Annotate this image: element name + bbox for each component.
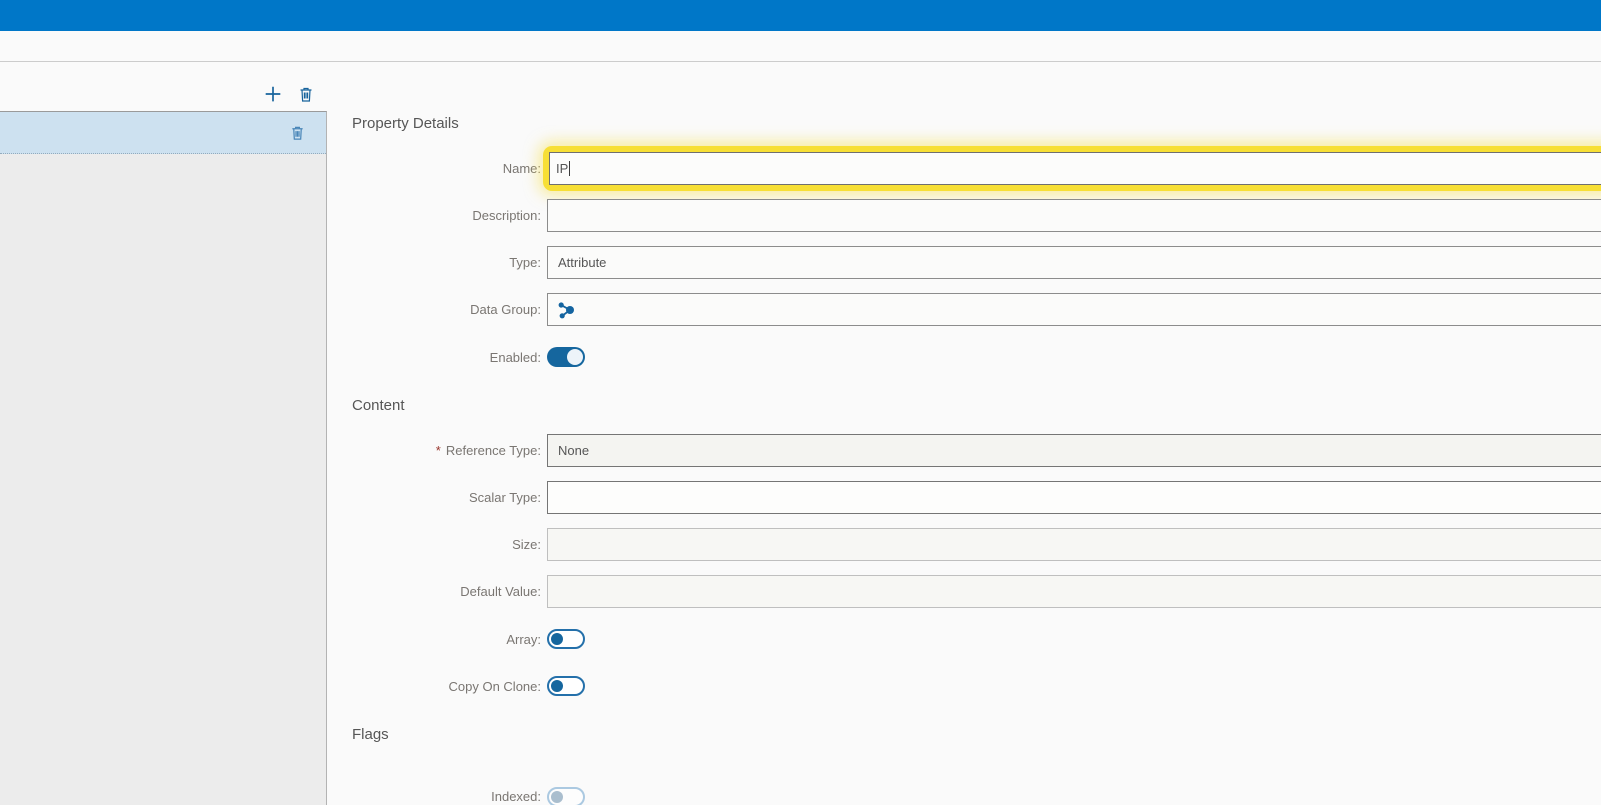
- enabled-toggle[interactable]: [547, 347, 585, 367]
- size-label: Size:: [327, 537, 541, 552]
- property-details-form: Property Details Name: IP Description: T…: [327, 62, 1601, 805]
- copy-on-clone-toggle[interactable]: [547, 676, 585, 696]
- type-field[interactable]: Attribute: [547, 246, 1601, 279]
- name-field-focus-highlight: IP: [543, 146, 1601, 191]
- reference-type-value: None: [558, 443, 589, 458]
- scalar-type-label: Scalar Type:: [327, 490, 541, 505]
- add-property-button[interactable]: [264, 85, 282, 103]
- secondary-header-bar: [0, 31, 1601, 62]
- copy-on-clone-label: Copy On Clone:: [327, 679, 541, 694]
- trash-icon: [298, 86, 314, 103]
- section-title-property-details: Property Details: [352, 115, 459, 132]
- name-label: Name:: [327, 161, 541, 176]
- share-icon: [555, 300, 575, 320]
- form-row-description: Description:: [327, 199, 1601, 232]
- form-row-reference-type: * Reference Type: None: [327, 434, 1601, 467]
- reference-type-label: * Reference Type:: [327, 443, 541, 458]
- delete-property-button[interactable]: [298, 86, 314, 103]
- required-asterisk: *: [436, 443, 441, 458]
- reference-type-select[interactable]: None: [547, 434, 1601, 467]
- indexed-label: Indexed:: [327, 789, 541, 804]
- text-caret: [569, 161, 570, 176]
- data-group-label: Data Group:: [327, 302, 541, 317]
- type-field-value: Attribute: [558, 255, 606, 270]
- form-row-name: Name: IP: [327, 145, 1601, 192]
- top-navigation-bar: [0, 0, 1601, 31]
- section-title-content: Content: [352, 397, 405, 414]
- scalar-type-field[interactable]: [547, 481, 1601, 514]
- name-input[interactable]: IP: [549, 152, 1601, 185]
- plus-icon: [264, 85, 282, 103]
- default-value-label: Default Value:: [327, 584, 541, 599]
- row-delete-button[interactable]: [290, 125, 305, 141]
- form-row-size: Size:: [327, 528, 1601, 561]
- name-input-value: IP: [556, 161, 568, 176]
- form-row-enabled: Enabled:: [327, 347, 1601, 367]
- trash-icon: [290, 125, 305, 141]
- form-row-array: Array:: [327, 629, 1601, 649]
- form-row-scalar-type: Scalar Type:: [327, 481, 1601, 514]
- form-row-copy-on-clone: Copy On Clone:: [327, 676, 1601, 696]
- default-value-input[interactable]: [547, 575, 1601, 608]
- form-row-default-value: Default Value:: [327, 575, 1601, 608]
- enabled-label: Enabled:: [327, 350, 541, 365]
- app-window: Property Details Name: IP Description: T…: [0, 0, 1601, 805]
- description-label: Description:: [327, 208, 541, 223]
- data-group-field[interactable]: [547, 293, 1601, 326]
- size-input[interactable]: [547, 528, 1601, 561]
- reference-type-label-text: Reference Type:: [446, 443, 541, 458]
- type-label: Type:: [327, 255, 541, 270]
- array-label: Array:: [327, 632, 541, 647]
- section-title-flags: Flags: [352, 726, 389, 743]
- form-row-data-group: Data Group:: [327, 293, 1601, 326]
- form-row-type: Type: Attribute: [327, 246, 1601, 279]
- indexed-toggle: [547, 787, 585, 805]
- description-input[interactable]: [547, 199, 1601, 232]
- property-list-toolbar: [0, 79, 327, 109]
- array-toggle[interactable]: [547, 629, 585, 649]
- property-list-panel: [0, 111, 327, 805]
- form-row-indexed: Indexed:: [327, 786, 1601, 805]
- property-list-item-selected[interactable]: [0, 112, 326, 154]
